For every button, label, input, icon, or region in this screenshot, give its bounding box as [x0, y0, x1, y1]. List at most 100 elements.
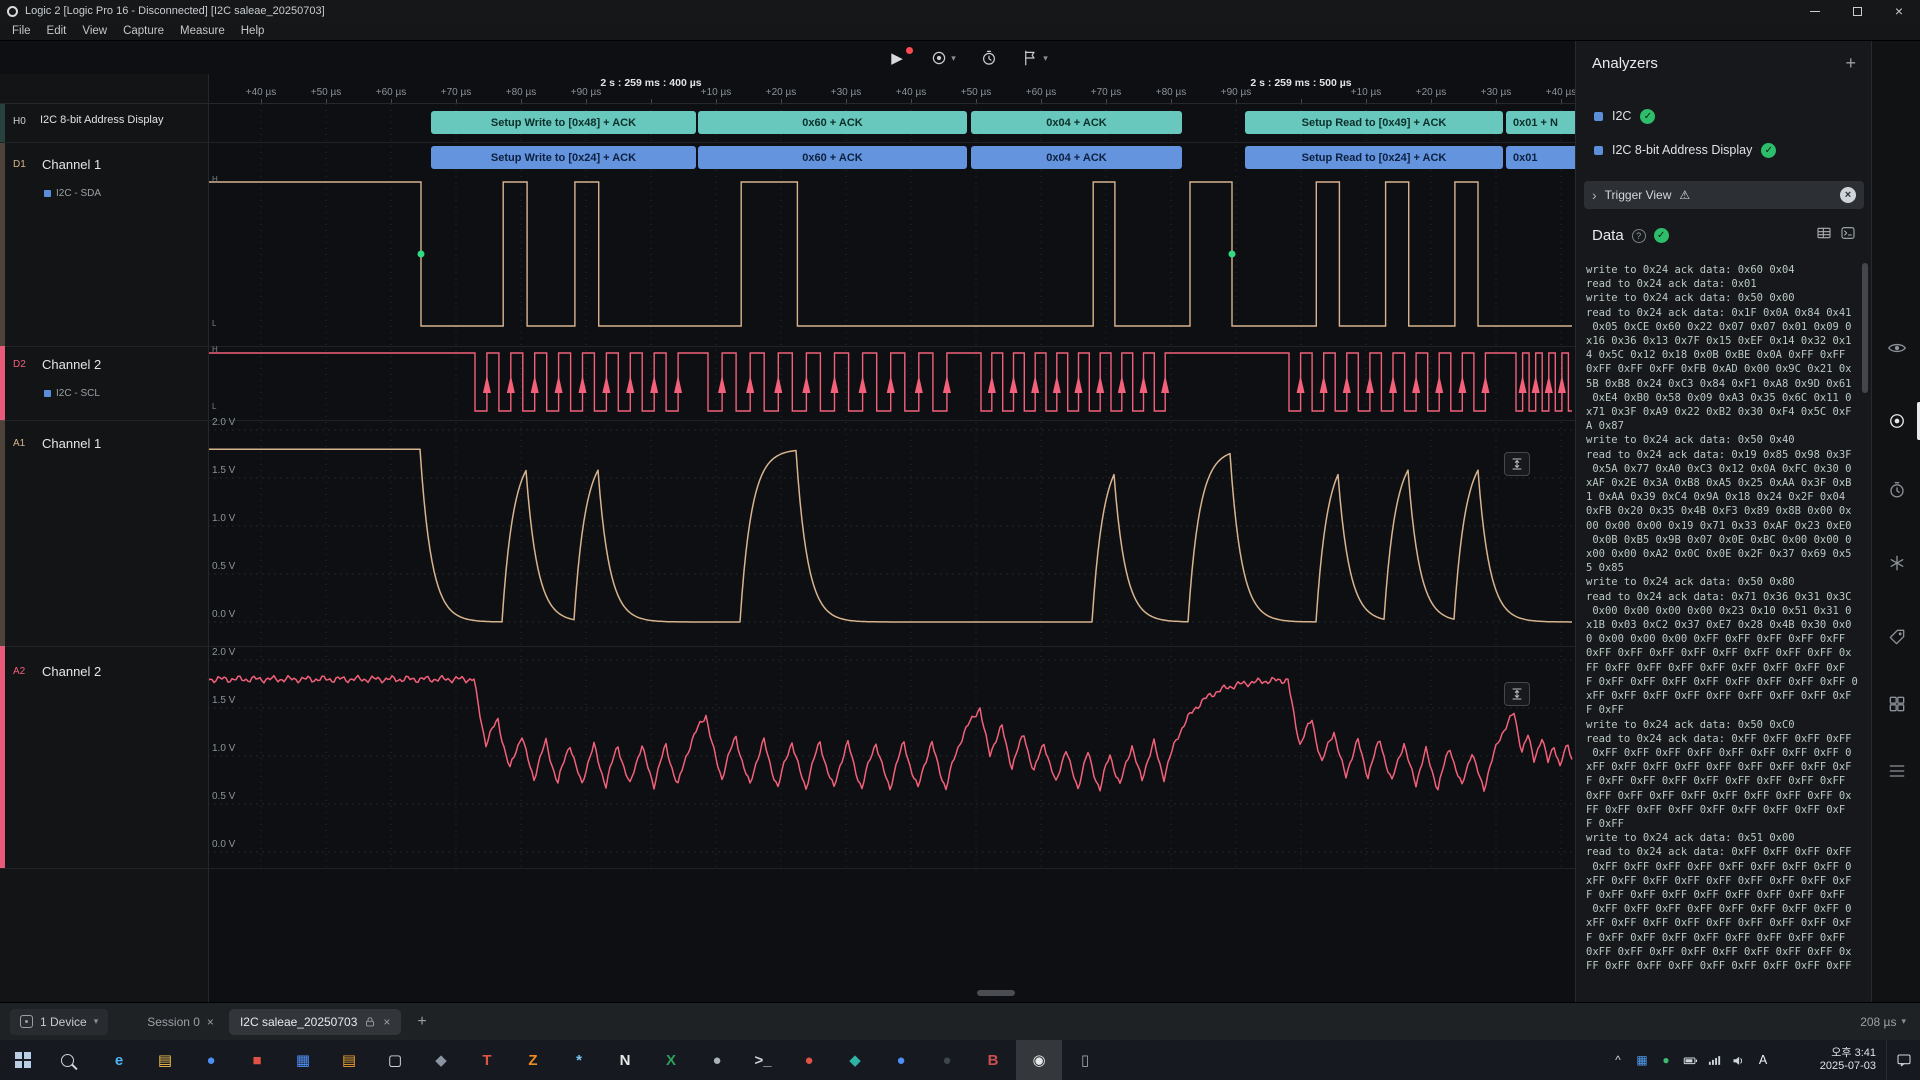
menu-help[interactable]: Help — [233, 25, 273, 37]
ruler-minor-label: +90 µs — [1221, 87, 1252, 98]
channel-name[interactable]: Channel 1 — [42, 436, 101, 451]
action-center-icon[interactable] — [1886, 1040, 1920, 1080]
i2c-annotation-bubble[interactable]: 0x60 + ACK — [698, 111, 967, 134]
taskbar-terminal-app-icon[interactable]: >_ — [740, 1040, 786, 1080]
clock-time: 오후 3:41 — [1790, 1047, 1876, 1060]
minimize-button[interactable] — [1794, 0, 1836, 22]
maximize-button[interactable] — [1836, 0, 1878, 22]
trigger-view-close-button[interactable]: × — [1840, 187, 1856, 203]
device-settings-button[interactable]: ▾ — [926, 44, 960, 72]
analyzer-item[interactable]: I2C✓ — [1576, 99, 1872, 133]
menu-capture[interactable]: Capture — [115, 25, 172, 37]
start-capture-button[interactable]: ▶ — [880, 44, 914, 72]
bookmark-tag-icon[interactable] — [1885, 625, 1909, 649]
menu-file[interactable]: File — [4, 25, 39, 37]
session-tab[interactable]: Session 0× — [136, 1009, 225, 1035]
tab-close-icon[interactable]: × — [383, 1015, 390, 1029]
tray-network-icon[interactable] — [1702, 1040, 1726, 1080]
idle-snowflake-icon[interactable] — [1885, 551, 1909, 575]
channel-name[interactable]: Channel 2 — [42, 664, 101, 679]
tray-onedrive-icon[interactable]: ▦ — [1630, 1040, 1654, 1080]
help-icon[interactable]: ? — [1632, 229, 1646, 243]
channel-name[interactable]: I2C 8-bit Address Display — [40, 114, 164, 126]
taskbar-browser-blue-icon[interactable]: ● — [188, 1040, 234, 1080]
extensions-grid-icon[interactable] — [1885, 692, 1909, 716]
taskbar-search-button[interactable] — [46, 1040, 88, 1080]
terminal-view-icon[interactable] — [1840, 225, 1856, 246]
i2c-annotation-bubble[interactable]: Setup Write to [0x48] + ACK — [431, 111, 696, 134]
ime-indicator[interactable]: A — [1750, 1053, 1776, 1067]
add-analyzer-button[interactable]: + — [1845, 53, 1856, 74]
horizontal-scrollbar-thumb[interactable] — [977, 990, 1015, 996]
ruler-tick — [1561, 99, 1562, 103]
measure-button[interactable] — [1504, 452, 1530, 476]
data-scrollbar[interactable] — [1862, 263, 1868, 973]
device-selector-button[interactable]: 1 Device ▾ — [10, 1009, 108, 1035]
capture-duration-selector[interactable]: 208 µs ▾ — [1860, 1015, 1906, 1029]
menu-measure[interactable]: Measure — [172, 25, 233, 37]
taskbar-notes-app-icon[interactable]: N — [602, 1040, 648, 1080]
taskbar-settings-app-icon[interactable]: ◆ — [418, 1040, 464, 1080]
i2c-annotation-bubble[interactable]: 0x01 + N — [1506, 111, 1575, 134]
data-scrollbar-thumb[interactable] — [1862, 263, 1868, 393]
tab-close-icon[interactable]: × — [207, 1015, 214, 1029]
taskbar-camera-app-icon[interactable]: ◉ — [1016, 1040, 1062, 1080]
i2c-annotation-bubble[interactable]: 0x04 + ACK — [971, 111, 1182, 134]
ruler-tick — [326, 99, 327, 103]
taskbar-file-explorer-icon[interactable]: ▤ — [142, 1040, 188, 1080]
i2c-annotation-bubble[interactable]: 0x01 — [1506, 146, 1575, 169]
data-output[interactable]: write to 0x24 ack data: 0x60 0x04read to… — [1586, 263, 1858, 975]
analyzer-item[interactable]: I2C 8-bit Address Display✓ — [1576, 133, 1872, 167]
taskbar-clock[interactable]: 오후 3:41 2025-07-03 — [1790, 1047, 1876, 1073]
notes-list-icon[interactable] — [1885, 759, 1909, 783]
table-view-icon[interactable] — [1816, 225, 1832, 246]
timer-icon[interactable] — [1885, 478, 1909, 502]
start-button[interactable] — [0, 1040, 46, 1080]
taskbar-snowflake-tool-icon[interactable]: * — [556, 1040, 602, 1080]
channel-name[interactable]: Channel 1 — [42, 157, 101, 172]
menu-view[interactable]: View — [74, 25, 115, 37]
taskbar-ebook-app-icon[interactable]: B — [970, 1040, 1016, 1080]
taskbar-photos-app-icon[interactable]: ▢ — [372, 1040, 418, 1080]
i2c-annotation-bubble[interactable]: Setup Read to [0x49] + ACK — [1245, 111, 1503, 134]
capture-mode-button[interactable]: ▾ — [1018, 44, 1052, 72]
taskbar-zalo-app-icon[interactable]: Z — [510, 1040, 556, 1080]
taskbar-excel-icon[interactable]: X — [648, 1040, 694, 1080]
app-logo-icon — [7, 6, 18, 17]
capture-scope-icon[interactable] — [1885, 409, 1909, 433]
taskbar-folder-orange-icon[interactable]: ▤ — [326, 1040, 372, 1080]
taskbar-app-dark-circle-icon[interactable]: ● — [924, 1040, 970, 1080]
i2c-annotation-bubble[interactable]: Setup Read to [0x24] + ACK — [1245, 146, 1503, 169]
timeline-ruler[interactable]: +40 µs+50 µs+60 µs+70 µs+80 µs+90 µs2 s … — [0, 74, 1575, 104]
taskbar-browser-gray-icon[interactable]: ● — [694, 1040, 740, 1080]
taskbar-messenger-icon[interactable]: ▦ — [280, 1040, 326, 1080]
taskbar-edge-browser-icon[interactable]: e — [96, 1040, 142, 1080]
taskbar-app-teal-icon[interactable]: ◆ — [832, 1040, 878, 1080]
i2c-annotation-bubble[interactable]: Setup Write to [0x24] + ACK — [431, 146, 696, 169]
close-button[interactable]: × — [1878, 0, 1920, 22]
timer-mode-button[interactable] — [972, 44, 1006, 72]
new-tab-button[interactable]: + — [411, 1013, 432, 1031]
tray-battery-icon[interactable] — [1678, 1040, 1702, 1080]
taskbar-phone-link-icon[interactable]: ▯ — [1062, 1040, 1108, 1080]
taskbar-notepad-app-icon[interactable]: T — [464, 1040, 510, 1080]
taskbar-app-red-circle-icon[interactable]: ● — [786, 1040, 832, 1080]
measure-button[interactable] — [1504, 682, 1530, 706]
waveform-plot[interactable] — [0, 41, 1575, 1002]
i2c-annotation-bubble[interactable]: 0x04 + ACK — [971, 146, 1182, 169]
menu-edit[interactable]: Edit — [39, 25, 75, 37]
taskbar-mail-app-icon[interactable]: ■ — [234, 1040, 280, 1080]
tray-hidden-icons-chevron-icon[interactable]: ^ — [1606, 1040, 1630, 1080]
session-tab[interactable]: I2C saleae_20250703× — [229, 1009, 401, 1035]
channel-color-strip — [0, 646, 5, 868]
data-line: read to 0x24 ack data: 0x01 — [1586, 277, 1858, 291]
i2c-annotation-bubble[interactable]: 0x60 + ACK — [698, 146, 967, 169]
channel-name[interactable]: Channel 2 — [42, 357, 101, 372]
visibility-icon[interactable] — [1885, 336, 1909, 360]
voltage-label: 1.0 V — [212, 743, 235, 754]
taskbar-search-tool-icon[interactable]: ● — [878, 1040, 924, 1080]
tray-security-shield-icon[interactable]: ● — [1654, 1040, 1678, 1080]
data-line: 0xFF 0xFF 0xFF 0xFB 0xAD 0x00 0x9C 0x21 … — [1586, 362, 1858, 376]
tray-volume-icon[interactable] — [1726, 1040, 1750, 1080]
trigger-view-row[interactable]: › Trigger View ⚠ × — [1584, 181, 1864, 209]
